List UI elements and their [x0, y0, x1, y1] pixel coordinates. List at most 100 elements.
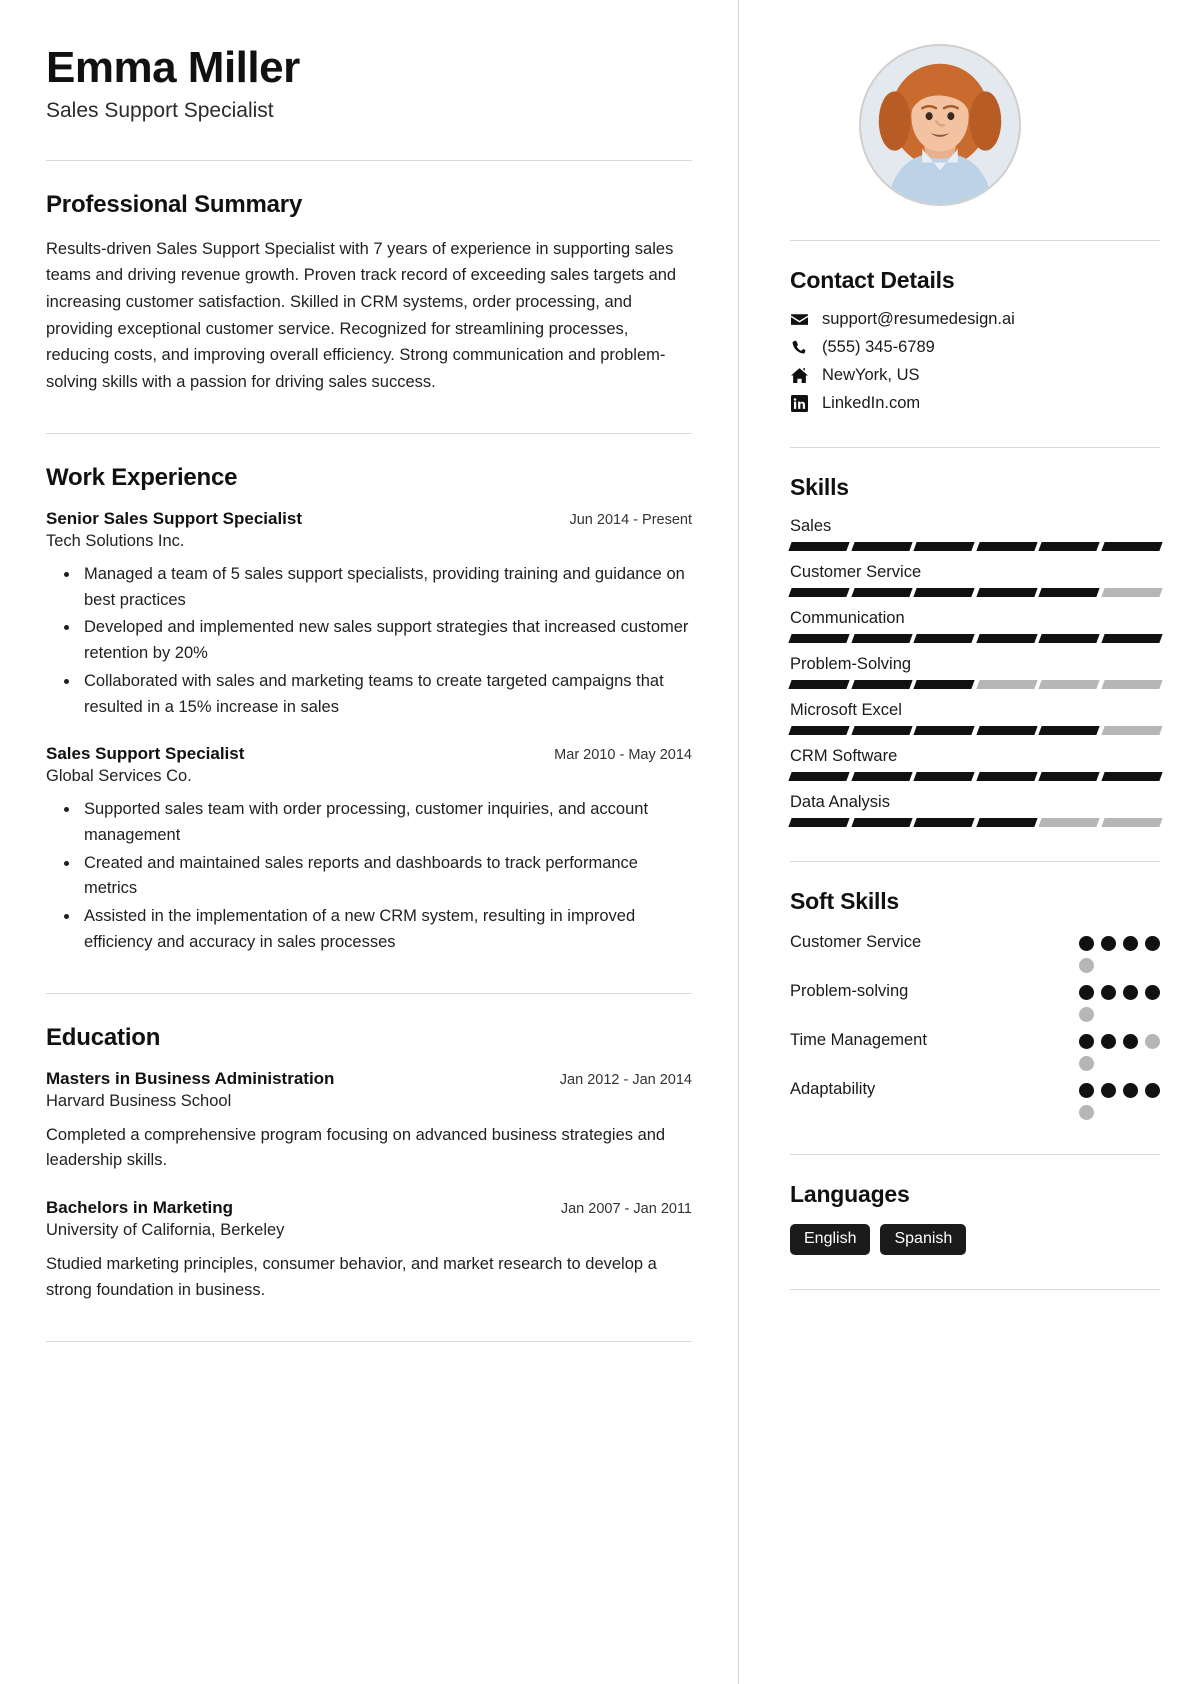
- work-organization: Tech Solutions Inc.: [46, 531, 185, 550]
- soft-skills-list: Customer Service Problem-solving Time Mana…: [790, 931, 1160, 1120]
- rating-dot: [1101, 985, 1116, 1000]
- divider: [790, 447, 1160, 448]
- divider: [790, 1289, 1160, 1290]
- skill-label: Customer Service: [790, 563, 922, 581]
- column-divider: [738, 0, 739, 1684]
- soft-skill-rating: [1079, 980, 1160, 1022]
- skill-bar-segment: [913, 680, 975, 689]
- skill-label: Problem-Solving: [790, 655, 912, 673]
- list-item: Supported sales team with order processi…: [80, 797, 692, 848]
- soft-skill-row: Adaptability: [790, 1078, 1160, 1120]
- skill-level-bar: [788, 588, 1162, 597]
- education-entry-header: Masters in Business Administration Jan 2…: [46, 1069, 692, 1089]
- rating-dot: [1079, 1105, 1094, 1120]
- contact-phone-text: (555) 345-6789: [822, 338, 935, 356]
- divider: [790, 240, 1160, 241]
- contact-item-linkedin[interactable]: LinkedIn.com: [790, 394, 1160, 413]
- envelope-icon: [790, 310, 809, 329]
- skill-label: CRM Software: [790, 747, 898, 765]
- skill-bar-segment: [850, 726, 912, 735]
- skill-bar-segment: [1100, 726, 1162, 735]
- education-degree: Bachelors in Marketing: [46, 1198, 234, 1218]
- skill-level-bar: [788, 818, 1162, 827]
- section-heading-contact: Contact Details: [790, 267, 955, 293]
- section-work-experience: Work Experience Senior Sales Support Spe…: [46, 464, 692, 956]
- section-professional-summary: Professional Summary Results-driven Sale…: [46, 191, 692, 396]
- education-entry: Masters in Business Administration Jan 2…: [46, 1069, 692, 1174]
- rating-dot: [1079, 1056, 1094, 1071]
- skill-level-bar: [788, 680, 1162, 689]
- skill-bar-segment: [788, 726, 850, 735]
- skill-bar-segment: [850, 680, 912, 689]
- soft-skill-rating: [1079, 1029, 1160, 1071]
- education-description: Completed a comprehensive program focusi…: [46, 1125, 666, 1170]
- skill-bar-segment: [1038, 680, 1100, 689]
- section-heading-education: Education: [46, 1023, 161, 1051]
- linkedin-icon: [790, 394, 809, 413]
- rating-dot: [1079, 958, 1094, 973]
- rating-dot: [1145, 985, 1160, 1000]
- contact-item-email[interactable]: support@resumedesign.ai: [790, 310, 1160, 329]
- skill-bar-segment: [975, 542, 1037, 551]
- skill-bar-segment: [975, 588, 1037, 597]
- skill-bar-segment: [850, 818, 912, 827]
- work-date: Jun 2014 - Present: [569, 511, 692, 528]
- contact-linkedin-text: LinkedIn.com: [822, 394, 921, 412]
- education-school: University of California, Berkeley: [46, 1221, 285, 1240]
- summary-text: Results-driven Sales Support Specialist …: [46, 239, 677, 392]
- skill-bar-segment: [1100, 588, 1162, 597]
- skill-bar-segment: [1038, 818, 1100, 827]
- section-contact-details: Contact Details support@resumedesign.ai …: [790, 267, 1160, 413]
- skill-level-bar: [788, 542, 1162, 551]
- soft-skill-label: Customer Service: [790, 933, 922, 951]
- skill-bar-segment: [788, 772, 850, 781]
- skill-level-bar: [788, 634, 1162, 643]
- education-entry: Bachelors in Marketing Jan 2007 - Jan 20…: [46, 1198, 692, 1303]
- skill-bar-segment: [913, 588, 975, 597]
- work-date: Mar 2010 - May 2014: [554, 747, 692, 764]
- contact-item-location[interactable]: NewYork, US: [790, 366, 1160, 385]
- rating-dot: [1123, 1034, 1138, 1049]
- contact-email-text: support@resumedesign.ai: [822, 310, 1015, 328]
- rating-dot: [1101, 1034, 1116, 1049]
- soft-skill-rating: [1079, 931, 1160, 973]
- sidebar-column: Contact Details support@resumedesign.ai …: [738, 0, 1200, 1684]
- section-soft-skills: Soft Skills Customer Service Problem-solv…: [790, 888, 1160, 1120]
- list-item: Collaborated with sales and marketing te…: [80, 669, 692, 720]
- rating-dot: [1145, 936, 1160, 951]
- rating-dot: [1101, 1083, 1116, 1098]
- avatar: [859, 44, 1021, 206]
- skills-list: Sales Customer Service Communication Proble…: [788, 517, 1162, 827]
- work-entry: Senior Sales Support Specialist Jun 2014…: [46, 509, 692, 720]
- skill-bar-segment: [1100, 634, 1162, 643]
- resume-page: Emma Miller Sales Support Specialist Pro…: [0, 0, 1200, 1684]
- rating-dot: [1123, 936, 1138, 951]
- skill-bar-segment: [788, 588, 850, 597]
- skill-bar-segment: [1038, 726, 1100, 735]
- skill-bar-segment: [1038, 634, 1100, 643]
- skill-bar-segment: [1100, 680, 1162, 689]
- page-title: Emma Miller: [46, 43, 300, 92]
- work-bullets: Managed a team of 5 sales support specia…: [46, 562, 692, 720]
- work-entry-header: Senior Sales Support Specialist Jun 2014…: [46, 509, 692, 529]
- rating-dot: [1123, 985, 1138, 1000]
- education-description: Studied marketing principles, consumer b…: [46, 1255, 657, 1299]
- education-date: Jan 2007 - Jan 2011: [560, 1201, 692, 1218]
- section-skills: Skills Sales Customer Service Communicatio…: [788, 474, 1162, 827]
- skill-bar-segment: [788, 680, 850, 689]
- language-chip: Spanish: [880, 1224, 967, 1255]
- languages-list: English Spanish: [790, 1224, 1160, 1255]
- section-languages: Languages English Spanish: [790, 1181, 1160, 1255]
- section-heading-summary: Professional Summary: [46, 190, 303, 218]
- list-item: Created and maintained sales reports and…: [80, 851, 692, 902]
- list-item: Managed a team of 5 sales support specia…: [80, 562, 692, 613]
- soft-skill-label: Problem-solving: [790, 982, 909, 1000]
- education-date: Jan 2012 - Jan 2014: [559, 1071, 692, 1088]
- rating-dot: [1079, 1083, 1094, 1098]
- skill-bar-segment: [913, 818, 975, 827]
- contact-item-phone[interactable]: (555) 345-6789: [790, 338, 1160, 357]
- soft-skill-row: Customer Service: [790, 931, 1160, 973]
- rating-dot: [1079, 1034, 1094, 1049]
- divider: [46, 159, 692, 161]
- main-column: Emma Miller Sales Support Specialist Pro…: [0, 0, 738, 1684]
